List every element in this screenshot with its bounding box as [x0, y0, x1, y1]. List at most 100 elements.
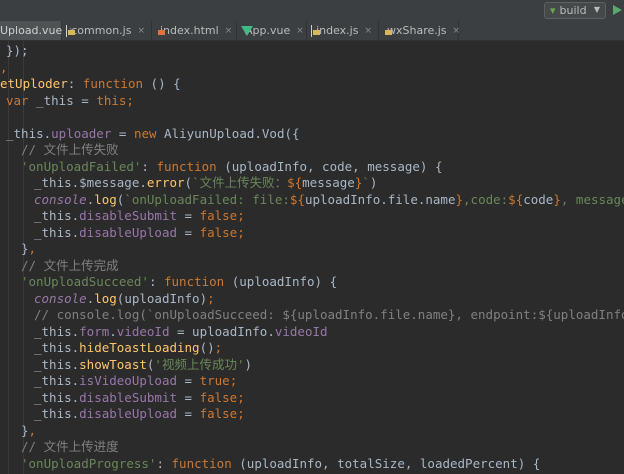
code-token: this	[96, 92, 127, 108]
code-line: _this.disableUpload = false;	[34, 225, 245, 242]
code-token: }	[553, 191, 561, 207]
chevron-down-icon: ▼	[593, 5, 600, 14]
code-token: message	[302, 175, 355, 190]
code-token: ;	[207, 290, 215, 306]
code-token: function	[164, 274, 225, 289]
close-icon[interactable]: ×	[453, 26, 461, 36]
code-token: }	[21, 422, 29, 438]
code-token: disableSubmit	[79, 208, 177, 223]
code-token: // console.log(`onUploadSucceed: ${uploa…	[34, 307, 624, 322]
code-token: ${	[287, 175, 303, 190]
close-icon[interactable]: ×	[364, 26, 372, 36]
close-icon[interactable]: ×	[225, 26, 233, 36]
code-line: // 文件上传完成	[21, 258, 119, 275]
code-line: // console.log(`onUploadSucceed: ${uploa…	[34, 307, 624, 324]
code-token: (uploadInfo, totalSize, loadedPercent) {	[231, 455, 541, 471]
code-token: =	[177, 389, 200, 405]
js-file-icon	[66, 24, 78, 37]
code-token: `文件上传失败：	[192, 175, 288, 190]
code-token: ;	[214, 340, 223, 355]
code-token: _this.	[34, 389, 80, 405]
code-token: '视频上传成功'	[154, 356, 245, 372]
code-token: =	[177, 406, 200, 421]
code-line: });	[6, 43, 29, 60]
code-token: var	[6, 92, 29, 108]
code-token: ()	[199, 340, 215, 355]
code-line: _this.disableUpload = false;	[34, 406, 245, 423]
code-token: 'onUploadFailed'	[21, 158, 142, 174]
code-token: `onUploadFailed: file:	[124, 191, 290, 207]
js-file-icon	[311, 24, 321, 37]
code-token: false	[199, 389, 238, 405]
code-token: }	[21, 241, 29, 256]
code-token: // 文件上传完成	[21, 257, 119, 273]
code-token: console	[34, 290, 87, 306]
close-icon[interactable]: ×	[137, 26, 145, 36]
play-icon[interactable]	[613, 5, 622, 15]
code-token: isVideoUpload	[79, 373, 177, 388]
code-line: console.log(uploadInfo);	[34, 291, 215, 308]
code-token: ;	[126, 92, 134, 108]
code-line: _this.disableSubmit = false;	[34, 390, 245, 407]
code-token: hideToastLoading	[79, 340, 200, 355]
code-line: 'onUploadProgress': function (uploadInfo…	[21, 456, 540, 473]
tab-label: Upload.vue	[0, 24, 63, 37]
code-line: _this.isVideoUpload = true;	[34, 373, 237, 390]
tab-5[interactable]: wxShare.js ×	[379, 21, 461, 40]
code-token: });	[6, 43, 29, 58]
code-line: ,	[0, 60, 8, 77]
code-token: :	[67, 76, 83, 91]
code-token: )	[244, 356, 253, 372]
editor-tab-bar: Upload.vue×common.js×index.html×App.vue×…	[0, 21, 624, 41]
code-token: _this.	[34, 356, 80, 372]
code-token: ${	[508, 191, 524, 207]
tab-0[interactable]: Upload.vue×	[0, 21, 76, 40]
code-token: (uploadInfo) {	[224, 274, 338, 289]
code-token: _this =	[28, 92, 97, 108]
code-token: _this.	[34, 224, 80, 240]
tab-label: common.js	[71, 24, 132, 37]
code-line: },	[21, 241, 36, 258]
tab-4[interactable]: index.js ×	[307, 21, 379, 40]
code-token: (	[184, 175, 193, 190]
code-token: false	[199, 406, 238, 421]
code-line: // 文件上传进度	[21, 439, 119, 456]
code-token: videoId	[274, 323, 328, 339]
code-line: console.log(`onUploadFailed: file:${uplo…	[34, 192, 624, 209]
code-token: ,	[28, 241, 37, 256]
code-token: (uploadInfo, code, message) {	[216, 158, 443, 174]
code-token: :	[141, 158, 157, 174]
code-token: new	[133, 125, 157, 141]
code-line: _this.form.videoId = uploadInfo.videoId	[34, 324, 328, 341]
code-token: disableUpload	[79, 406, 177, 421]
code-token: ,	[28, 422, 37, 438]
close-icon[interactable]: ×	[296, 26, 304, 36]
run-config-select[interactable]: ▾ build ▼	[544, 2, 606, 19]
code-token: form	[79, 323, 110, 339]
code-token: // 文件上传失败	[21, 142, 119, 157]
code-line: 'onUploadFailed': function (uploadInfo, …	[21, 159, 442, 176]
code-token: _this.	[34, 373, 80, 388]
code-token: console	[34, 191, 87, 207]
code-token: ${	[289, 191, 305, 207]
code-token: showToast	[79, 356, 147, 372]
tab-2[interactable]: index.html ×	[152, 21, 237, 40]
code-token: }	[455, 191, 464, 207]
code-line: etUploder: function () {	[0, 76, 181, 93]
code-line: _this.$message.error(`文件上传失败：${message}`…	[34, 175, 377, 192]
tab-1[interactable]: common.js ×	[62, 21, 152, 40]
code-token: ;	[237, 389, 245, 405]
code-token: `	[362, 175, 370, 190]
code-token: =	[111, 125, 134, 141]
code-token: uploadInfo.file.name	[304, 191, 456, 207]
code-token: log	[94, 290, 117, 306]
tab-3[interactable]: App.vue ×	[237, 21, 307, 40]
code-line: },	[21, 423, 36, 440]
code-token: AliyunUpload.Vod({	[156, 125, 300, 141]
code-line: _this.hideToastLoading();	[34, 340, 222, 357]
code-token: .	[109, 323, 117, 339]
vue-config-icon: ▾	[550, 4, 556, 17]
code-editor[interactable]: });, etUploder: function () {var _this = …	[0, 41, 624, 474]
code-token: ;	[229, 373, 238, 388]
code-token: uploader	[51, 125, 112, 141]
